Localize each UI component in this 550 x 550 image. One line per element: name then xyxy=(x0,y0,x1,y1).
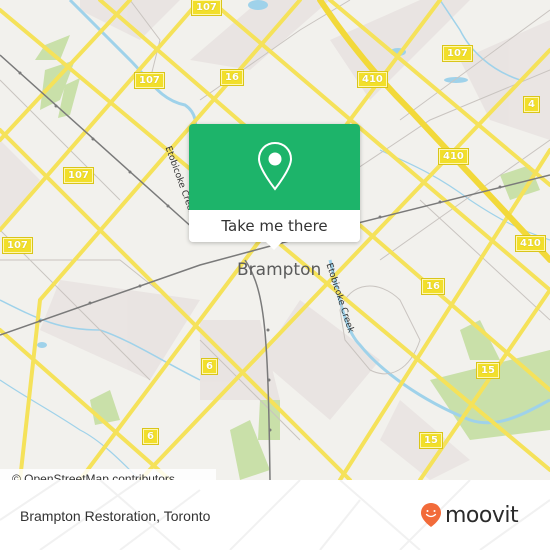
route-shield: 4 xyxy=(523,96,540,113)
map-attribution[interactable]: © OpenStreetMap contributors xyxy=(0,469,216,480)
route-shield: 6 xyxy=(201,358,218,375)
popup-pointer xyxy=(266,242,282,250)
route-shield: 15 xyxy=(419,432,443,449)
map-view[interactable]: 107 107 107 107 107 16 410 410 410 4 16 … xyxy=(0,0,550,480)
route-shield: 107 xyxy=(134,72,165,89)
route-shield: 107 xyxy=(2,237,33,254)
route-shield: 410 xyxy=(515,235,546,252)
popup-header[interactable] xyxy=(189,124,360,210)
route-shield: 410 xyxy=(357,71,388,88)
route-shield: 107 xyxy=(191,0,222,16)
location-popup[interactable]: Take me there xyxy=(189,124,360,250)
moovit-logo[interactable]: moovit xyxy=(420,502,519,528)
route-shield: 107 xyxy=(442,45,473,62)
take-me-there-button[interactable]: Take me there xyxy=(189,210,360,242)
attribution-text[interactable]: © OpenStreetMap contributors xyxy=(12,472,175,480)
moovit-pin-icon xyxy=(421,503,441,527)
place-name: Brampton Restoration, Toronto xyxy=(20,508,211,524)
brand-name: moovit xyxy=(445,502,519,528)
route-shield: 410 xyxy=(438,148,469,165)
route-shield: 16 xyxy=(421,278,445,295)
route-shield: 6 xyxy=(142,428,159,445)
route-shield: 107 xyxy=(63,167,94,184)
route-shield: 16 xyxy=(220,69,244,86)
footer-bar: Brampton Restoration, Toronto moovit xyxy=(0,480,550,550)
route-shield: 15 xyxy=(476,362,500,379)
map-pin-icon xyxy=(257,141,292,191)
city-label: Brampton xyxy=(237,260,322,280)
